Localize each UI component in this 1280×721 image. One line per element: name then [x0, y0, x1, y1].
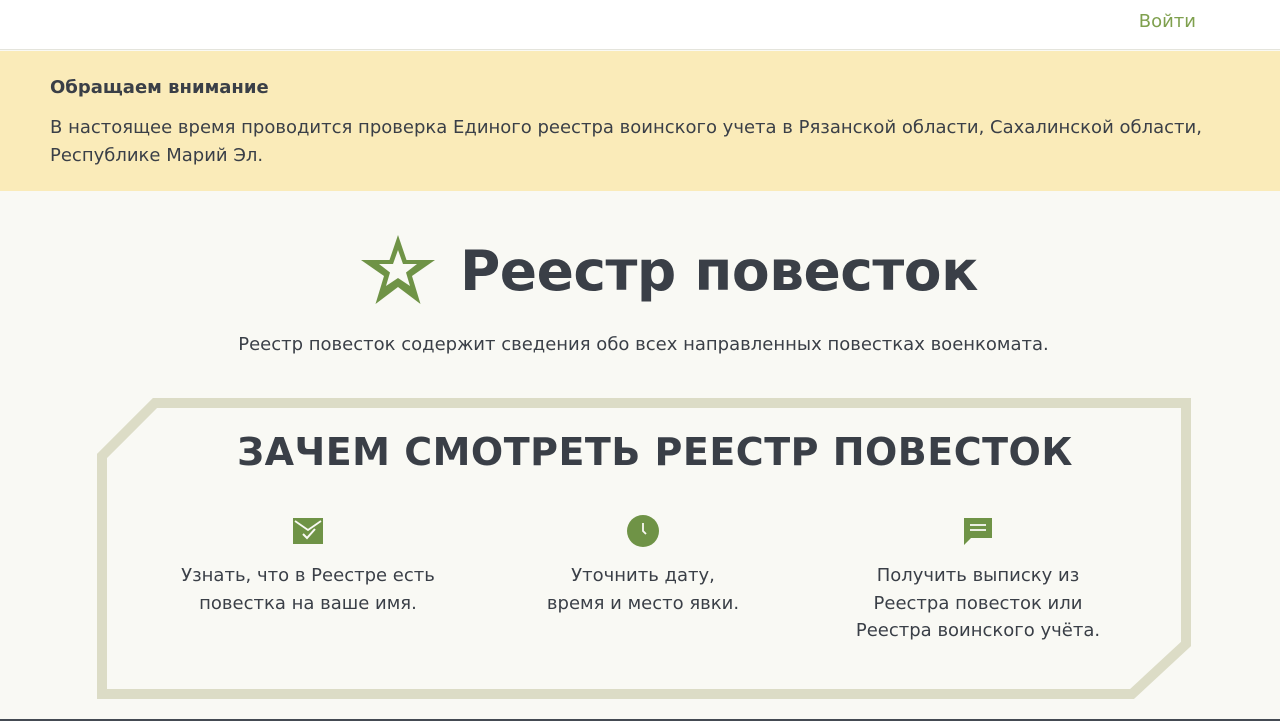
feature-item-clock: Уточнить дату, время и место явки. [493, 514, 793, 617]
section-title: ЗАЧЕМ СМОТРЕТЬ РЕЕСТР ПОВЕСТОК [237, 430, 1073, 474]
page-subtitle: Реестр повесток содержит сведения обо вс… [238, 334, 1049, 355]
feature-text: Получить выписку из Реестра повесток или… [855, 565, 1101, 641]
page-title: Реестр повесток [460, 239, 978, 303]
feature-item-message: Получить выписку из Реестра повесток или… [828, 514, 1128, 645]
login-link[interactable]: Войти [1139, 11, 1196, 32]
clock-icon [627, 515, 659, 547]
notice-text: В настоящее время проводится проверка Ед… [50, 117, 1202, 166]
feature-text: Уточнить дату, время и место явки. [546, 565, 740, 614]
top-header: Войти [0, 0, 1280, 50]
feature-text: Узнать, что в Реестре есть повестка на в… [181, 565, 435, 614]
mail-check-icon [293, 518, 323, 544]
feature-item-mail: Узнать, что в Реестре есть повестка на в… [158, 514, 458, 617]
notice-title: Обращаем внимание [50, 77, 269, 98]
notice-banner: Обращаем внимание В настоящее время пров… [0, 51, 1280, 191]
star-icon [361, 235, 435, 304]
message-icon [964, 518, 992, 545]
